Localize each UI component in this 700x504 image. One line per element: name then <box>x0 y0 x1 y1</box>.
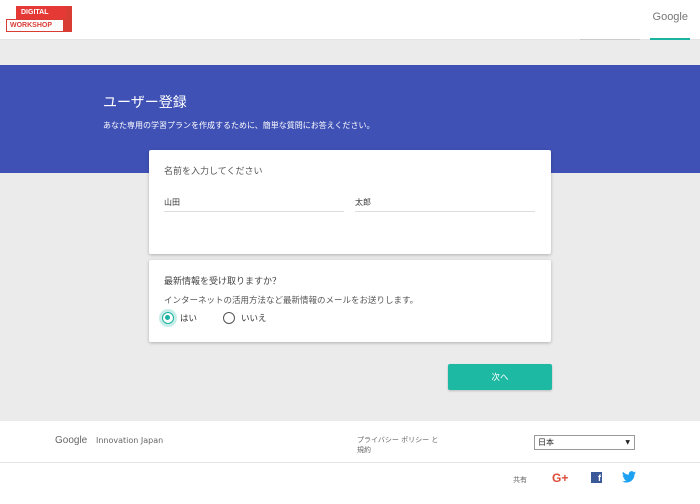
footer-divider <box>0 462 700 463</box>
language-select-value: 日本 <box>538 438 554 447</box>
dropdown-arrow-icon: ▼ <box>625 439 630 446</box>
logo-text-digital: DIGITAL <box>16 6 66 19</box>
header-tab-underline <box>580 39 640 40</box>
radio-yes[interactable]: はい <box>162 311 197 325</box>
newsletter-question: 最新情報を受け取りますか？ <box>164 277 282 287</box>
language-select[interactable]: 日本 ▼ <box>534 435 635 450</box>
radio-no-label: いいえ <box>241 314 267 324</box>
header-tab-active-underline <box>650 38 690 40</box>
newsletter-card: 最新情報を受け取りますか？ インターネットの活用方法など最新情報のメールをお送り… <box>149 260 551 342</box>
page-title: ユーザー登録 <box>103 95 187 111</box>
next-button[interactable]: 次へ <box>448 364 552 390</box>
facebook-icon[interactable]: f <box>591 472 602 483</box>
radio-checked-icon <box>162 312 174 324</box>
page-subtitle: あなた専用の学習プランを作成するために、簡単な質問にお答えください。 <box>103 121 375 130</box>
logo-text-workshop: WORKSHOP <box>6 19 64 32</box>
first-name-field[interactable]: 太郎 <box>355 196 535 212</box>
radio-yes-label: はい <box>180 314 198 324</box>
radio-unchecked-icon <box>223 312 235 324</box>
name-card-label: 名前を入力してください <box>164 167 263 177</box>
google-plus-icon[interactable]: G+ <box>552 471 568 485</box>
radio-no[interactable]: いいえ <box>223 311 267 325</box>
twitter-icon[interactable] <box>622 471 636 486</box>
google-brand-text: Google <box>652 11 688 23</box>
share-label: 共有 <box>513 476 527 484</box>
footer-google-logo[interactable]: Google <box>55 435 87 446</box>
footer: Google Innovation Japan プライバシー ポリシー と 規約… <box>0 421 700 504</box>
last-name-value: 山田 <box>164 198 180 207</box>
privacy-policy-link[interactable]: プライバシー ポリシー と 規約 <box>357 435 447 455</box>
footer-innovation-japan[interactable]: Innovation Japan <box>96 436 163 445</box>
first-name-value: 太郎 <box>355 198 371 207</box>
newsletter-description: インターネットの活用方法など最新情報のメールをお送りします。 <box>164 296 419 306</box>
digital-workshop-logo[interactable]: DIGITAL WORKSHOP <box>6 4 72 34</box>
top-header: DIGITAL WORKSHOP Google <box>0 0 700 40</box>
last-name-field[interactable]: 山田 <box>164 196 344 212</box>
name-card: 名前を入力してください 山田 太郎 <box>149 150 551 254</box>
